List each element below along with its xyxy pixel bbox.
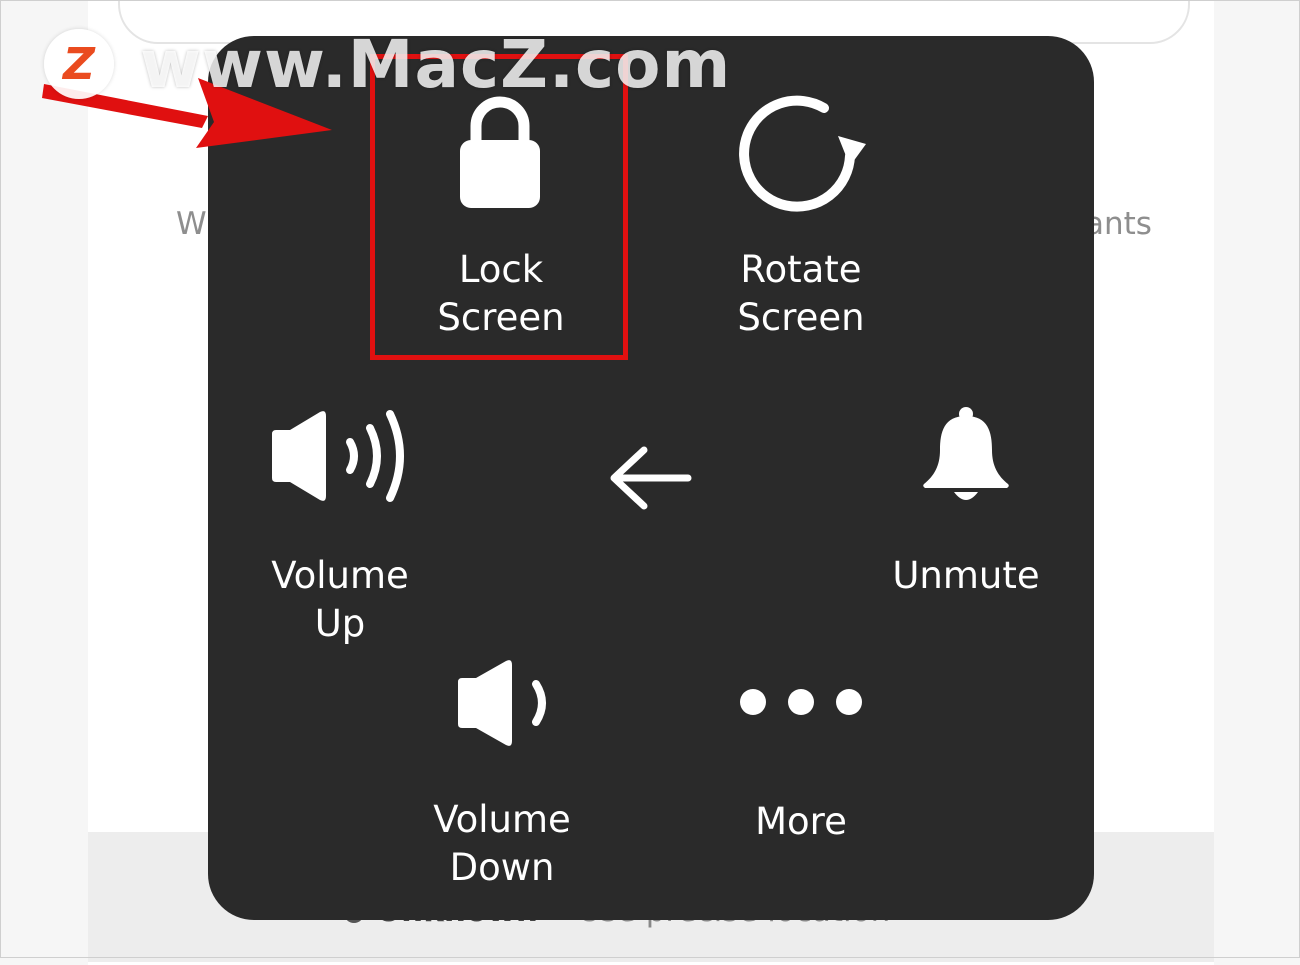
- volume-up-label: Volume Up: [224, 552, 456, 648]
- volume-down-label: Volume Down: [400, 796, 604, 892]
- lock-screen-label-line2: Screen: [437, 296, 565, 339]
- watermark-text: www.MacZ.com: [140, 25, 732, 103]
- speaker-loud-icon: [272, 410, 404, 502]
- background-text-right: ants: [1085, 206, 1152, 242]
- unmute-button[interactable]: Unmute: [866, 390, 1066, 630]
- rotate-screen-label-line2: Screen: [737, 296, 865, 339]
- lock-screen-button[interactable]: Lock Screen: [376, 74, 626, 358]
- watermark-logo: Z: [44, 29, 114, 99]
- volume-up-label-line2: Up: [314, 602, 366, 645]
- rotate-screen-label-line1: Rotate: [740, 248, 862, 291]
- lock-screen-label: Lock Screen: [376, 246, 626, 342]
- rotate-icon: [739, 95, 866, 212]
- lock-screen-label-line1: Lock: [458, 248, 544, 291]
- bell-icon: [923, 407, 1009, 500]
- rotate-screen-button[interactable]: Rotate Screen: [676, 74, 926, 358]
- back-arrow-icon: [610, 446, 692, 510]
- watermark: Z www.MacZ.com: [44, 24, 731, 104]
- background-text-left: W: [176, 206, 207, 242]
- unmute-label: Unmute: [892, 554, 1040, 597]
- volume-down-label-line1: Volume: [433, 798, 571, 841]
- volume-down-button[interactable]: Volume Down: [400, 642, 604, 904]
- speaker-quiet-icon: [458, 660, 546, 746]
- volume-down-label-line2: Down: [449, 846, 555, 889]
- volume-up-label-line1: Volume: [271, 554, 409, 597]
- lock-icon: [460, 96, 540, 208]
- rotate-screen-label: Rotate Screen: [676, 246, 926, 342]
- watermark-logo-letter: Z: [63, 38, 95, 90]
- back-button[interactable]: [596, 430, 706, 526]
- volume-up-button[interactable]: Volume Up: [224, 390, 456, 660]
- more-button[interactable]: More: [708, 660, 894, 860]
- more-label: More: [755, 800, 847, 843]
- ellipsis-icon: [740, 689, 862, 715]
